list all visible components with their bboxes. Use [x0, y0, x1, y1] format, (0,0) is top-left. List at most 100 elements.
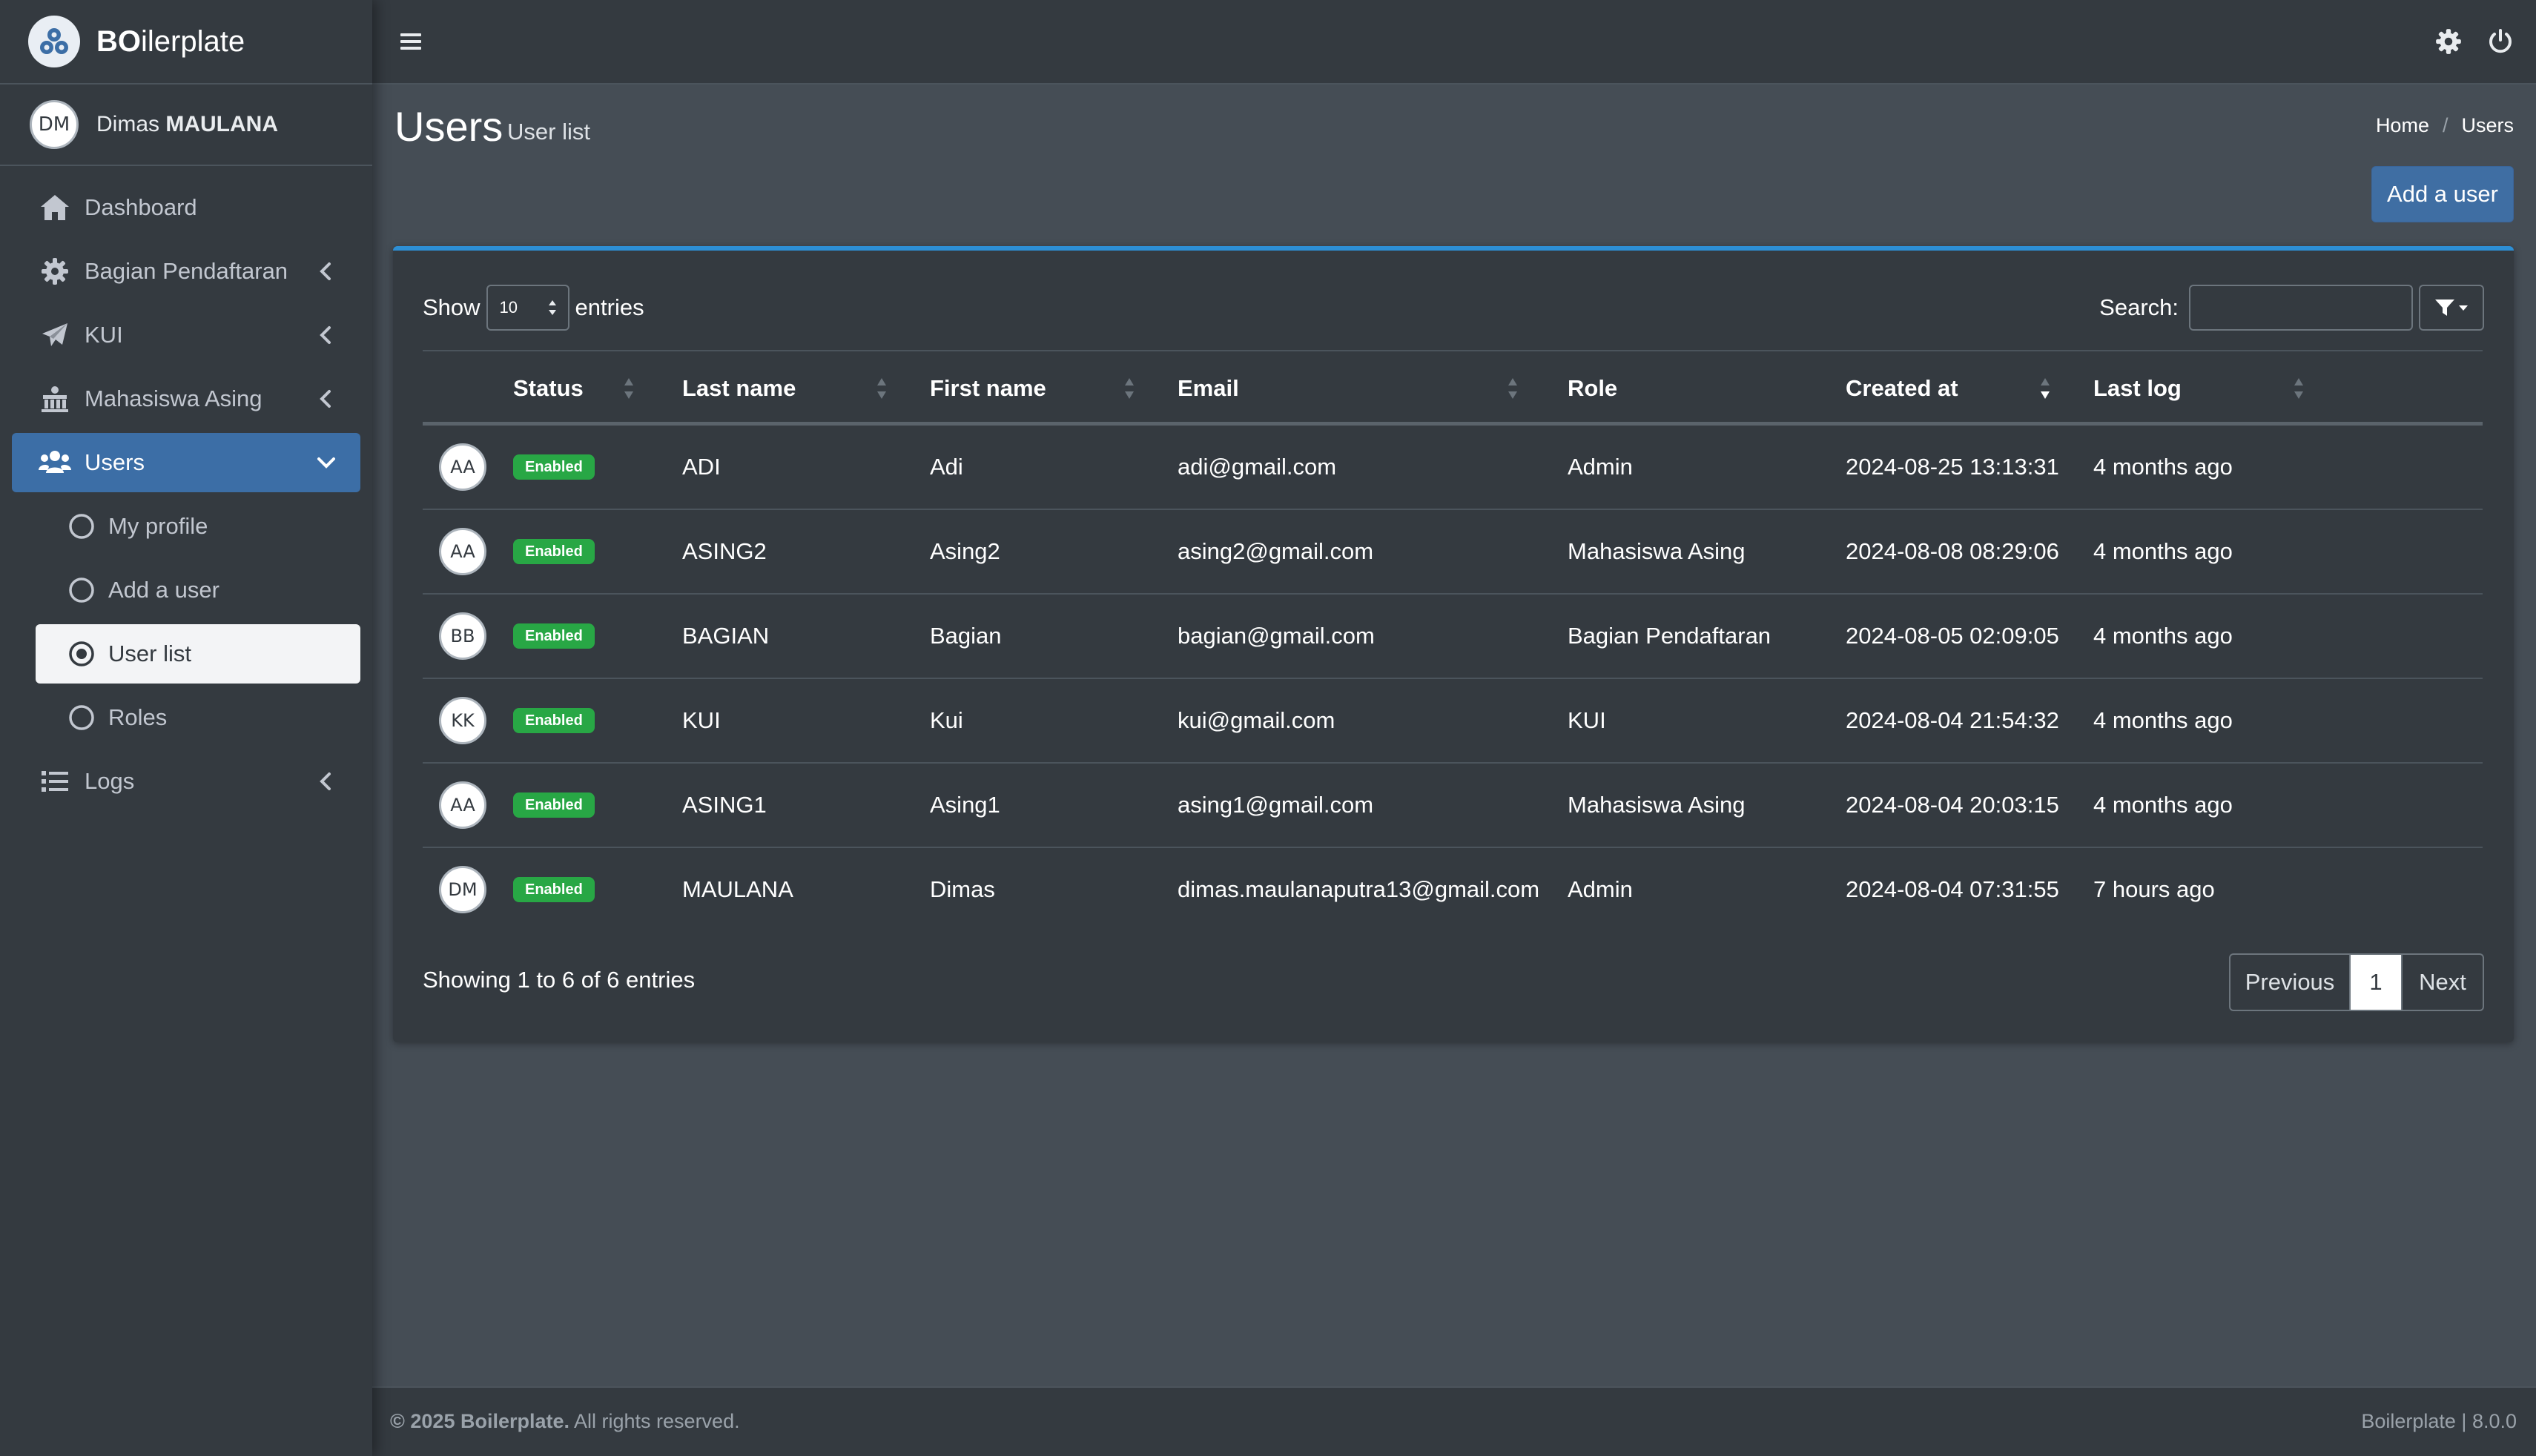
user-avatar: AA [439, 528, 486, 575]
filter-dropdown-button[interactable] [2419, 285, 2484, 331]
column-header-email[interactable]: Email [1178, 351, 1239, 426]
brand-link[interactable]: BOilerplate [0, 0, 372, 85]
footer-version: Boilerplate | 8.0.0 [2361, 1410, 2517, 1432]
cell-status: Enabled [513, 764, 595, 847]
cell-last-log: 4 months ago [2093, 792, 2233, 818]
page-title: Users [394, 103, 503, 150]
sidebar-item-bagian-pendaftaran[interactable]: Bagian Pendaftaran [12, 242, 360, 301]
user-avatar: BB [439, 612, 486, 660]
cell-first-name: Dimas [930, 876, 995, 902]
status-badge: Enabled [513, 877, 595, 902]
column-header-status[interactable]: Status [513, 351, 584, 426]
settings-gear-icon[interactable] [2434, 27, 2463, 56]
footer: © 2025 Boilerplate. All rights reserved.… [372, 1386, 2536, 1456]
breadcrumb-home-link[interactable]: Home [2376, 114, 2429, 137]
sidebar-item-label: KUI [85, 322, 123, 348]
gear-icon [39, 255, 71, 288]
table-header-row: Status Last name First name Email Role C… [423, 350, 2483, 426]
power-off-icon[interactable] [2486, 27, 2515, 56]
user-panel[interactable]: DM Dimas MAULANA [0, 85, 372, 166]
table-row[interactable]: DM Enabled MAULANA Dimas dimas.maulanaputra1… [423, 848, 2483, 933]
cell-created-at: 2024-08-05 02:09:05 [1846, 623, 2059, 649]
cell-role: Mahasiswa Asing [1568, 792, 1746, 818]
sort-desc-icon [2041, 378, 2050, 399]
user-avatar: AA [439, 781, 486, 829]
chevron-left-icon [320, 772, 331, 790]
search-label: Search: [2099, 294, 2179, 320]
sidebar-item-label: Users [85, 449, 145, 475]
page-1-button[interactable]: 1 [2351, 955, 2401, 1010]
chevron-left-icon [320, 390, 331, 408]
cell-role: Admin [1568, 454, 1633, 480]
entries-label: entries [575, 294, 644, 320]
sidebar-item-user-list[interactable]: User list [36, 624, 360, 684]
user-avatar: DM [439, 866, 486, 913]
sort-icon [877, 378, 886, 399]
cell-status: Enabled [513, 848, 595, 931]
cell-created-at: 2024-08-04 20:03:15 [1846, 792, 2059, 818]
sidebar-item-kui[interactable]: KUI [12, 305, 360, 365]
search-input[interactable] [2189, 285, 2413, 331]
sidebar-item-roles[interactable]: Roles [36, 688, 360, 747]
sidebar-item-my-profile[interactable]: My profile [36, 497, 360, 556]
table-row[interactable]: AA Enabled ADI Adi adi@gmail.com Admin 2024-08… [423, 426, 2483, 510]
sidebar-item-logs[interactable]: Logs [12, 752, 360, 811]
status-badge: Enabled [513, 792, 595, 818]
hamburger-menu-icon[interactable] [396, 27, 426, 56]
cell-status: Enabled [513, 679, 595, 762]
previous-page-button[interactable]: Previous [2230, 955, 2351, 1010]
sort-icon [2294, 378, 2303, 399]
column-header-last-name[interactable]: Last name [682, 351, 796, 426]
cell-role: Bagian Pendaftaran [1568, 623, 1771, 649]
column-header-last-log[interactable]: Last log [2093, 351, 2182, 426]
status-badge: Enabled [513, 708, 595, 733]
table-info: Showing 1 to 6 of 6 entries [423, 967, 696, 993]
sidebar-item-mahasiswa-asing[interactable]: Mahasiswa Asing [12, 369, 360, 428]
cell-avatar: KK [439, 679, 486, 762]
sidebar-item-label: Roles [108, 704, 168, 730]
cell-role: Admin [1568, 876, 1633, 902]
home-icon [39, 191, 71, 224]
users-card: Show 10 entries Search: Status Last name… [393, 246, 2514, 1042]
table-row[interactable]: BB Enabled BAGIAN Bagian bagian@gmail.com Bag… [423, 595, 2483, 679]
sidebar-item-label: Logs [85, 768, 135, 794]
brand-logo-icon [28, 16, 80, 67]
next-page-button[interactable]: Next [2401, 955, 2483, 1010]
cell-last-name: KUI [682, 707, 721, 733]
table-row[interactable]: KK Enabled KUI Kui kui@gmail.com KUI 2024-08-0… [423, 679, 2483, 764]
cell-created-at: 2024-08-08 08:29:06 [1846, 538, 2059, 564]
filter-icon [2435, 300, 2454, 316]
breadcrumb: Home / Users [2376, 114, 2514, 137]
sort-icon [1508, 378, 1517, 399]
cell-last-name: ADI [682, 454, 721, 480]
sidebar-item-dashboard[interactable]: Dashboard [12, 178, 360, 237]
sidebar-item-label: Dashboard [85, 194, 197, 220]
column-header-created-at[interactable]: Created at [1846, 351, 1958, 426]
cell-email: bagian@gmail.com [1178, 623, 1375, 649]
circle-icon [65, 701, 98, 734]
cell-first-name: Bagian [930, 623, 1002, 649]
chevron-left-icon [320, 262, 331, 280]
status-badge: Enabled [513, 539, 595, 564]
users-icon [39, 446, 71, 479]
table-row[interactable]: AA Enabled ASING1 Asing1 asing1@gmail.com Mah… [423, 764, 2483, 848]
chevron-down-icon [317, 457, 335, 469]
table-row[interactable]: AA Enabled ASING2 Asing2 asing2@gmail.com Mah… [423, 510, 2483, 595]
search-control: Search: [2099, 285, 2484, 331]
cell-first-name: Kui [930, 707, 963, 733]
users-table: Status Last name First name Email Role C… [423, 350, 2483, 933]
sidebar-nav: Dashboard Bagian Pendaftaran KUI Mahasis… [0, 178, 372, 811]
add-user-button[interactable]: Add a user [2371, 166, 2514, 222]
user-avatar: KK [439, 697, 486, 744]
circle-icon [65, 510, 98, 543]
cell-role: Mahasiswa Asing [1568, 538, 1746, 564]
cell-status: Enabled [513, 510, 595, 593]
column-header-first-name[interactable]: First name [930, 351, 1046, 426]
sidebar-item-add-a-user[interactable]: Add a user [36, 560, 360, 620]
sidebar-item-users[interactable]: Users [12, 433, 360, 492]
entries-length-select[interactable]: 10 [486, 285, 569, 331]
page-subtitle: User list [507, 119, 590, 145]
entries-length-value: 10 [499, 298, 518, 317]
brand-name: BOilerplate [96, 24, 245, 58]
cell-email: asing2@gmail.com [1178, 538, 1374, 564]
